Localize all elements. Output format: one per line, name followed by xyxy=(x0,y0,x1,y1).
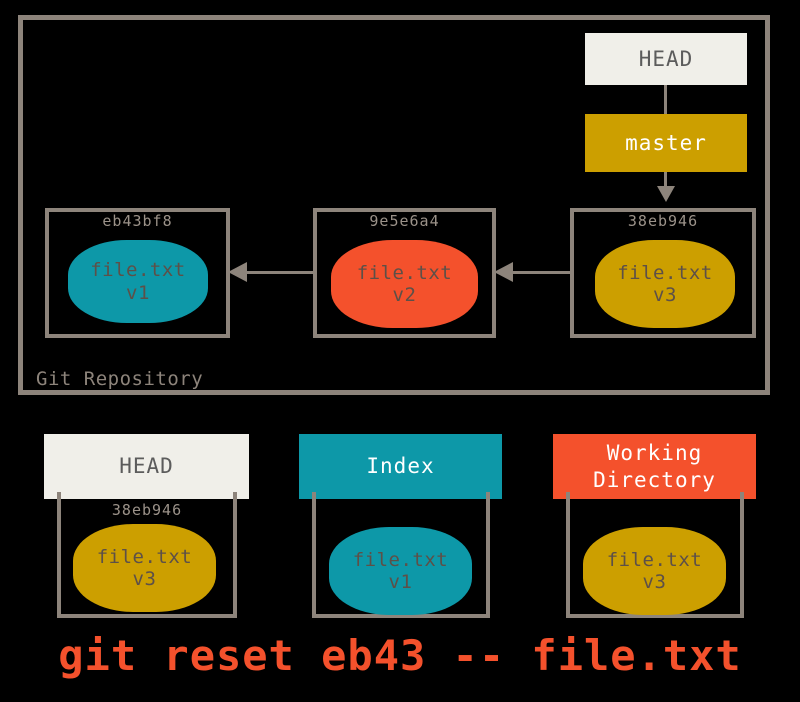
master-branch-label: master xyxy=(625,131,707,155)
commit-blob-1-version: v1 xyxy=(126,281,150,304)
commit-blob-2: file.txt v2 xyxy=(331,240,478,328)
state-blob-head-filename: file.txt xyxy=(96,545,193,568)
commit-blob-3: file.txt v3 xyxy=(595,240,735,328)
commit-blob-1-filename: file.txt xyxy=(90,259,186,282)
command-caption: git reset eb43 -- file.txt xyxy=(58,631,742,680)
master-branch-box: master xyxy=(585,114,747,172)
state-blob-working-directory: file.txt v3 xyxy=(583,527,726,615)
commit-blob-2-version: v2 xyxy=(392,284,417,306)
commit-blob-3-filename: file.txt xyxy=(617,261,713,284)
state-blob-index-version: v1 xyxy=(388,571,413,593)
commit-blob-1: file.txt v1 xyxy=(68,240,208,323)
master-to-commit-arrowhead-icon xyxy=(657,186,675,202)
state-blob-head: file.txt v3 xyxy=(73,524,216,612)
git-repository-label: Git Repository xyxy=(36,368,204,390)
commit-hash-3: 38eb946 xyxy=(627,212,699,230)
state-blob-working-directory-filename: file.txt xyxy=(606,548,703,571)
state-blob-index: file.txt v1 xyxy=(329,527,472,615)
state-blob-index-filename: file.txt xyxy=(352,548,449,571)
state-blob-working-directory-version: v3 xyxy=(642,571,667,593)
state-blob-head-version: v3 xyxy=(132,568,157,590)
state-panel-hash-head: 38eb946 xyxy=(111,501,183,519)
state-panel-title-head: HEAD xyxy=(119,454,174,479)
commit-blob-3-version: v3 xyxy=(653,284,677,306)
state-panel-title-working-directory-line1: Working xyxy=(606,441,703,466)
commit-arrow-head-2-to-1-icon xyxy=(228,262,247,282)
commit-arrow-shaft-2-to-1 xyxy=(243,271,313,274)
state-panel-header-index: Index xyxy=(299,434,502,499)
state-panel-header-head: HEAD xyxy=(44,434,249,499)
commit-arrow-head-3-to-2-icon xyxy=(494,262,513,282)
commit-hash-1: eb43bf8 xyxy=(102,212,173,230)
state-panel-title-index: Index xyxy=(366,454,435,479)
git-reset-diagram: Git Repository HEAD master eb43bf8 file.… xyxy=(0,0,800,702)
head-pointer-box: HEAD xyxy=(585,33,747,85)
head-to-master-connector xyxy=(664,85,667,114)
head-pointer-label: HEAD xyxy=(638,47,694,71)
commit-arrow-shaft-3-to-2 xyxy=(509,271,570,274)
commit-blob-2-filename: file.txt xyxy=(356,261,453,284)
state-panel-title-working-directory-line2: Directory xyxy=(593,467,716,492)
state-panel-header-working-directory: Working Directory xyxy=(553,434,756,499)
commit-hash-2: 9e5e6a4 xyxy=(369,212,440,230)
